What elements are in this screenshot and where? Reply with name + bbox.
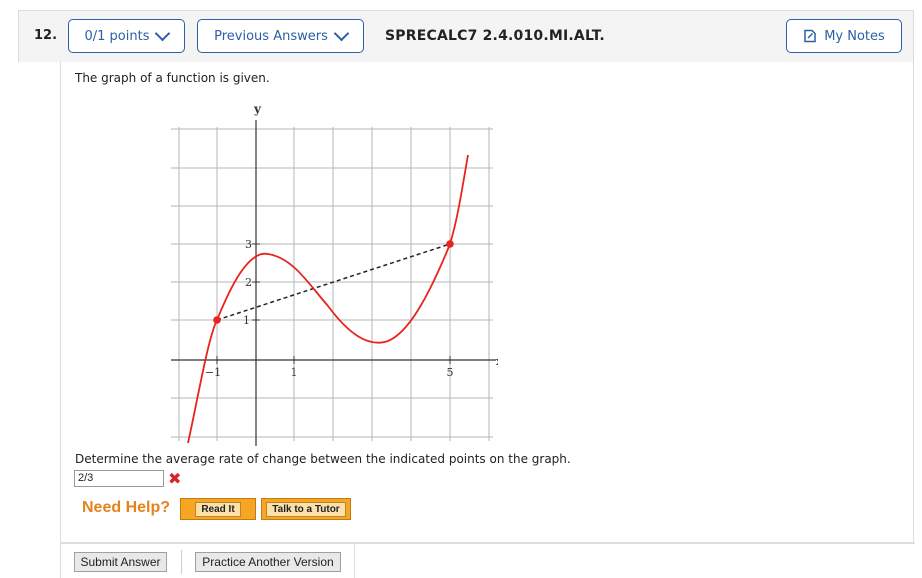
point-left [213,316,221,324]
prompt-text: The graph of a function is given. [75,71,270,85]
grid [171,127,493,441]
points-dropdown[interactable]: 0/1 points [68,19,185,53]
y-tick-label: 3 [245,238,252,251]
function-curve [187,154,469,444]
divider [181,550,182,574]
read-it-button[interactable]: Read It [180,498,256,520]
y-tick-label: 1 [243,314,250,327]
function-graph: y x −1 1 5 1 2 3 [171,102,498,446]
question-number: 12. [34,28,58,43]
y-axis-label: y [253,102,262,116]
question-code: SPRECALC7 2.4.010.MI.ALT. [385,28,605,44]
answer-input[interactable]: 2/3 [74,470,164,487]
divider [60,62,61,578]
practice-another-version-button[interactable]: Practice Another Version [195,552,341,572]
determine-text: Determine the average rate of change bet… [75,452,571,466]
chevron-down-icon [333,25,350,42]
divider [354,543,355,578]
read-it-label: Read It [195,501,241,517]
my-notes-label: My Notes [824,28,885,44]
need-help-label: Need Help? [82,499,171,516]
chevron-down-icon [155,25,171,42]
my-notes-button[interactable]: My Notes [786,19,902,53]
submit-answer-button[interactable]: Submit Answer [74,552,167,572]
talk-to-tutor-label: Talk to a Tutor [266,501,346,517]
y-tick-label: 2 [245,276,252,289]
x-tick-label: −1 [205,366,221,379]
previous-answers-label: Previous Answers [214,28,328,44]
x-tick-label: 1 [291,366,298,379]
divider [60,543,915,544]
talk-to-tutor-button[interactable]: Talk to a Tutor [261,498,351,520]
incorrect-icon: ✖ [168,469,182,488]
points-label: 0/1 points [84,28,150,44]
previous-answers-dropdown[interactable]: Previous Answers [197,19,364,53]
point-right [446,240,454,248]
note-icon [804,29,816,43]
x-tick-label: 5 [447,366,454,379]
x-axis-label: x [496,355,498,368]
